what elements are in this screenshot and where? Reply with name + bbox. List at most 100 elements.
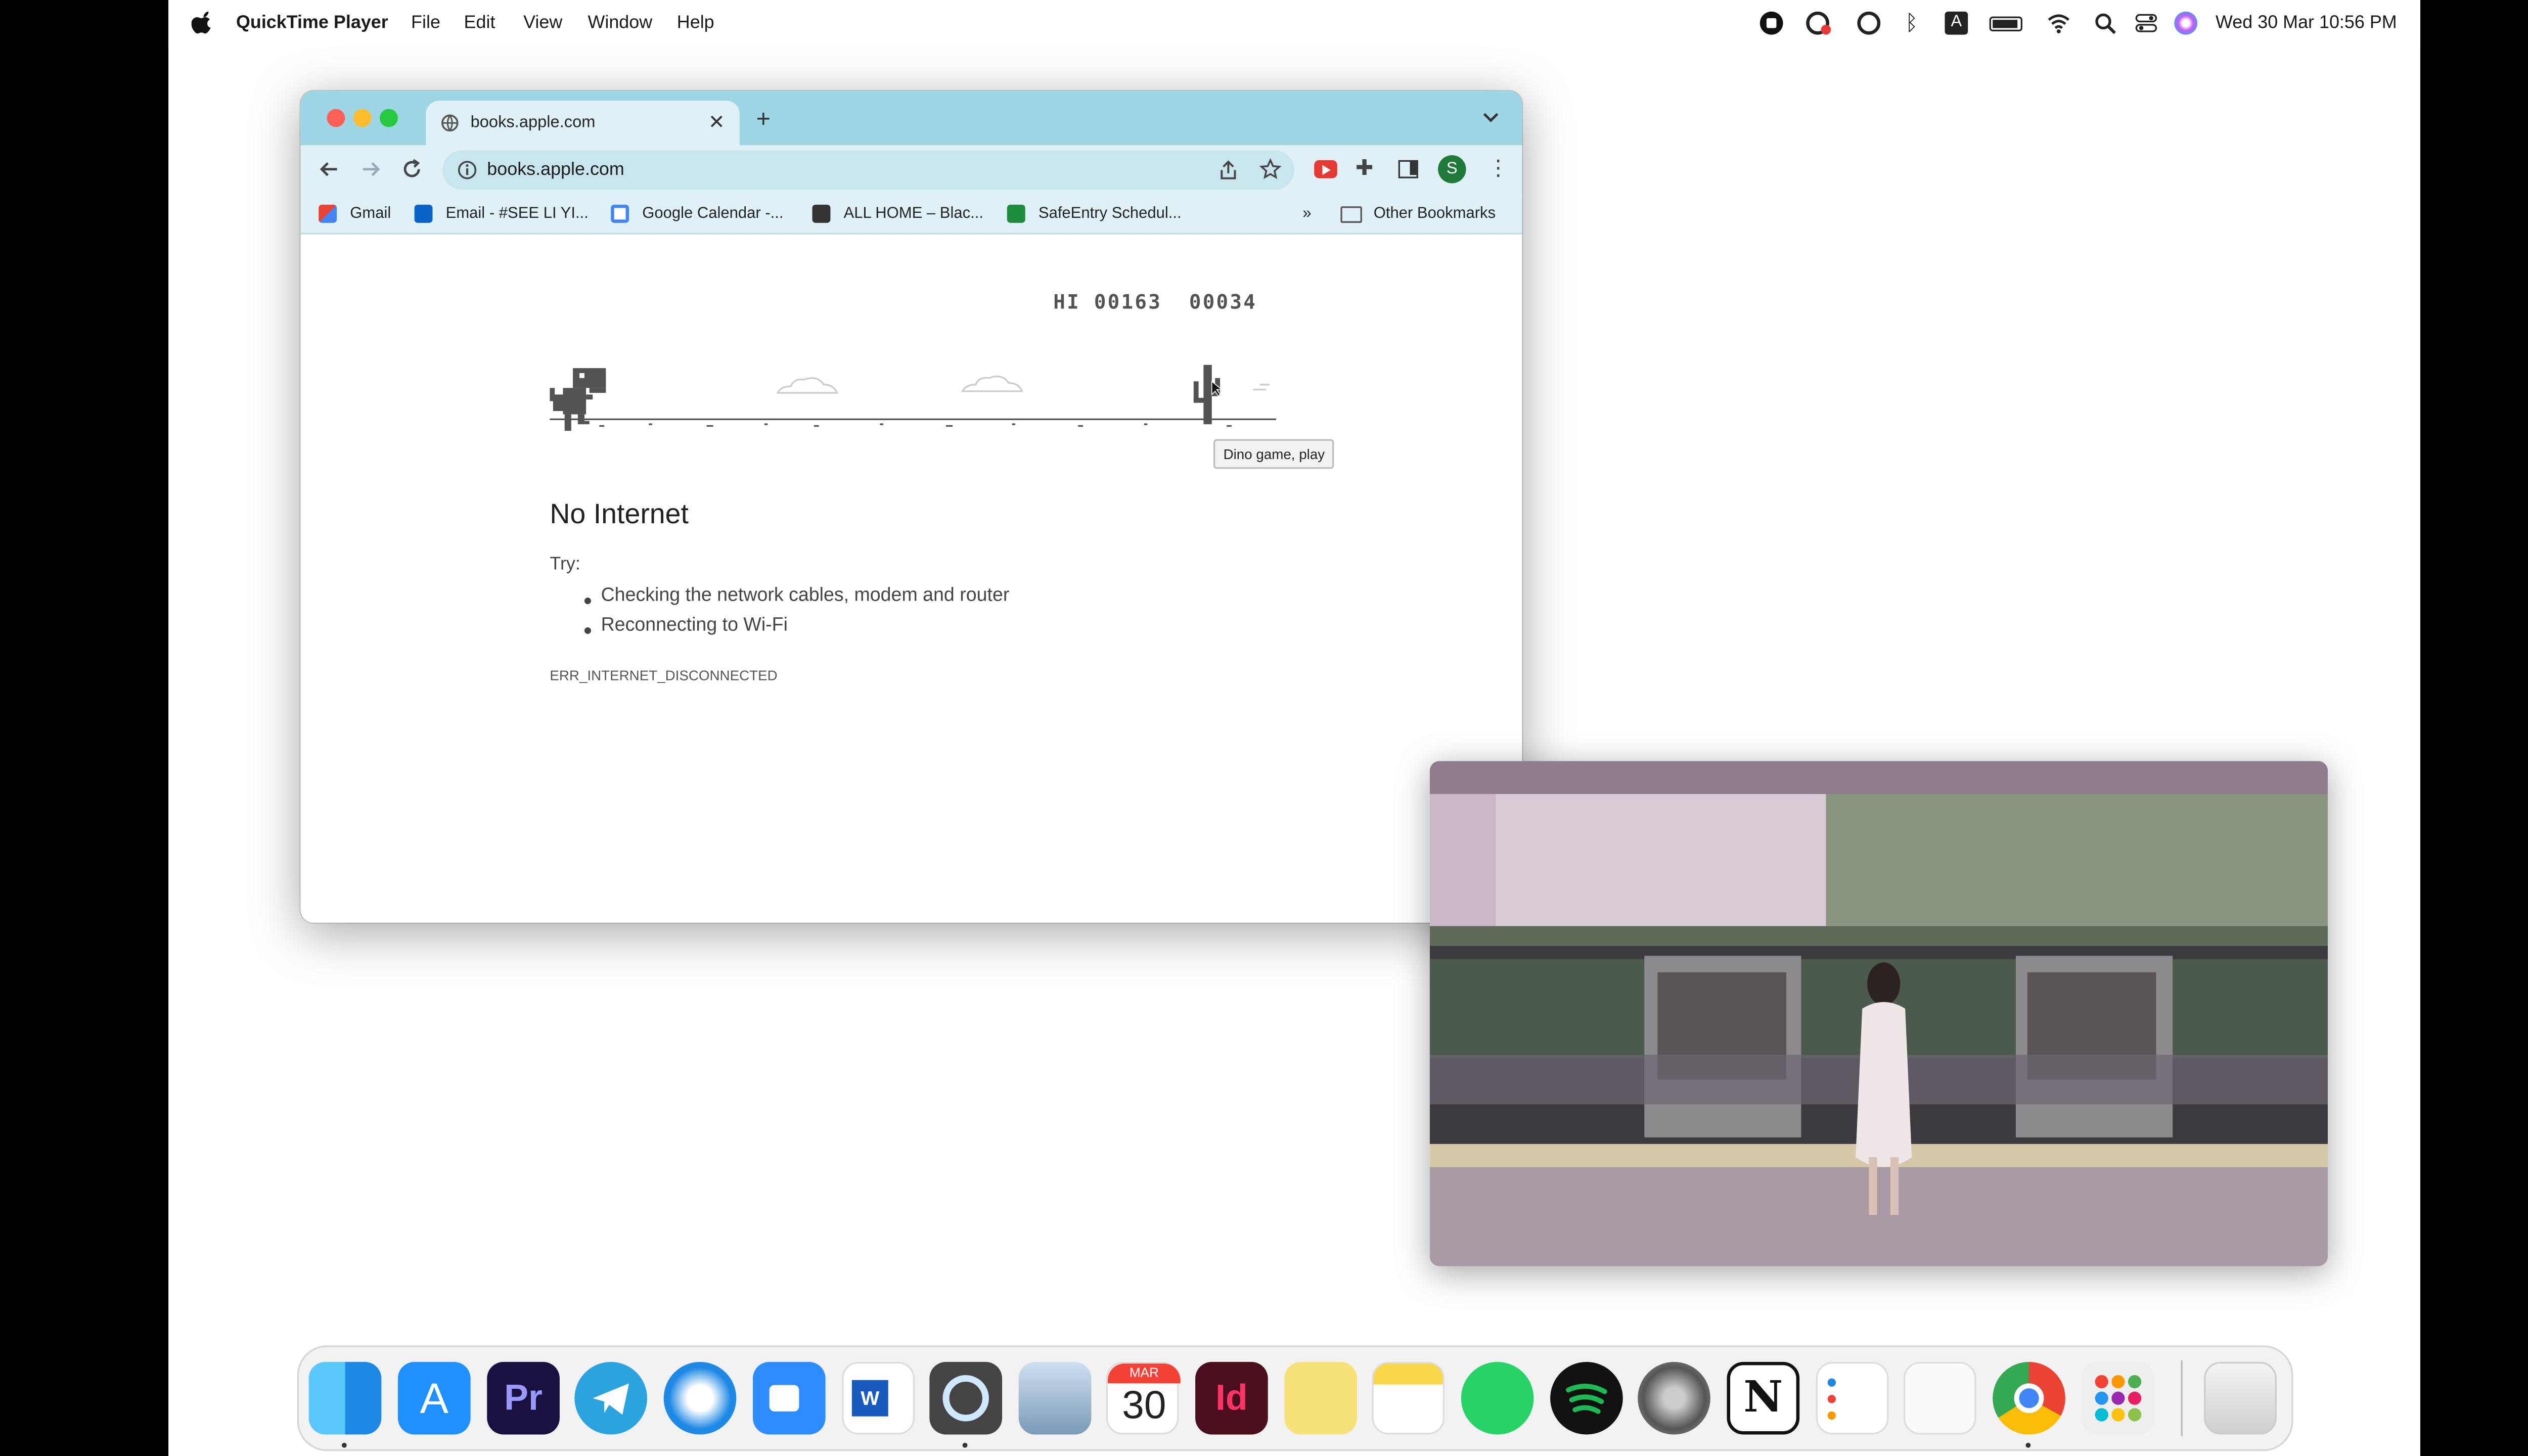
menu-view[interactable]: View — [523, 13, 562, 33]
share-icon[interactable] — [1218, 160, 1238, 180]
spotify-icon[interactable] — [1550, 1361, 1623, 1435]
menu-clock[interactable]: Wed 30 Mar 10:56 PM — [2216, 13, 2397, 33]
minimize-window-button[interactable] — [353, 109, 372, 127]
whatsapp-icon[interactable] — [1461, 1361, 1534, 1435]
cloud-icon — [776, 377, 838, 394]
apple-icon[interactable] — [191, 11, 215, 35]
site-icon — [812, 204, 831, 223]
premiere-icon[interactable]: Pr — [487, 1361, 560, 1435]
quicktime-icon[interactable] — [929, 1361, 1003, 1435]
bookmarks-bar: Gmail Email - #SEE LI YI... Google Calen… — [300, 195, 1522, 235]
tab-title: books.apple.com — [470, 114, 596, 132]
notion-icon[interactable]: N — [1727, 1361, 1800, 1435]
tab-search-chevron-icon[interactable] — [1482, 109, 1499, 126]
indesign-icon[interactable]: Id — [1195, 1361, 1268, 1435]
calendar-bookmark-icon — [611, 204, 629, 223]
screen-record-icon[interactable] — [1759, 11, 1783, 35]
youtube-extension-icon[interactable] — [1314, 160, 1337, 178]
notes-icon[interactable] — [1372, 1361, 1445, 1435]
app-store-icon[interactable]: A — [397, 1361, 471, 1435]
bookmark-star-icon[interactable] — [1259, 158, 1281, 179]
reload-icon[interactable] — [401, 158, 422, 179]
more-menu-icon[interactable]: ⋮ — [1487, 155, 1509, 181]
siri-icon[interactable] — [2174, 11, 2198, 35]
info-icon[interactable] — [457, 160, 477, 180]
finder-icon[interactable] — [308, 1361, 382, 1435]
telegram-icon[interactable] — [574, 1361, 647, 1435]
bluetooth-icon[interactable]: ᛒ — [1905, 10, 1918, 35]
dock: A Pr W MAR 30 Id N — [297, 1345, 2293, 1451]
menu-edit[interactable]: Edit — [464, 13, 495, 33]
vpn-icon[interactable] — [1857, 11, 1881, 35]
menu-file[interactable]: File — [411, 13, 440, 33]
system-preferences-icon[interactable] — [1638, 1361, 1710, 1435]
close-tab-icon[interactable]: ✕ — [708, 111, 725, 134]
creative-cloud-icon[interactable] — [1806, 11, 1831, 35]
battery-icon[interactable] — [1989, 16, 2022, 32]
page-title: No Internet — [550, 498, 689, 530]
preview-icon[interactable] — [1018, 1361, 1092, 1435]
calendar-icon[interactable]: MAR 30 — [1106, 1361, 1181, 1435]
folder-icon — [1340, 206, 1362, 223]
letterbox-right — [2420, 0, 2528, 1456]
browser-window: books.apple.com ✕ + books.apple.com ✚ S … — [300, 90, 1522, 923]
dock-separator — [2181, 1360, 2183, 1436]
running-indicator — [341, 1442, 347, 1448]
stickies-icon[interactable] — [1284, 1361, 1358, 1435]
side-panel-icon[interactable] — [1398, 160, 1418, 178]
control-center-icon[interactable] — [2135, 12, 2158, 35]
input-source-icon[interactable]: A — [1945, 11, 1968, 35]
wifi-icon[interactable] — [2047, 12, 2070, 35]
safari-icon[interactable] — [663, 1361, 737, 1435]
bookmarks-overflow-button[interactable]: » — [1302, 205, 1311, 223]
bookmark-gmail[interactable]: Gmail — [350, 205, 391, 223]
suggestion-item: Checking the network cables, modem and r… — [601, 586, 1010, 606]
launchpad-icon[interactable] — [2082, 1361, 2155, 1435]
zoom-window-button[interactable] — [380, 109, 398, 127]
letterbox-left — [0, 0, 169, 1456]
bookmark-google-calendar[interactable]: Google Calendar -... — [642, 205, 783, 223]
suggestion-item: Reconnecting to Wi-Fi — [601, 615, 788, 636]
menu-help[interactable]: Help — [677, 13, 714, 33]
back-arrow-icon[interactable] — [319, 158, 340, 179]
other-bookmarks[interactable]: Other Bookmarks — [1374, 205, 1496, 223]
forward-arrow-icon[interactable] — [360, 158, 381, 179]
tab-books[interactable]: books.apple.com ✕ — [426, 101, 740, 146]
chrome-icon[interactable] — [1993, 1361, 2065, 1435]
extensions-puzzle-icon[interactable]: ✚ — [1356, 155, 1374, 181]
calendar-day: 30 — [1122, 1383, 1166, 1428]
bullet — [584, 627, 591, 634]
word-icon[interactable]: W — [842, 1361, 915, 1435]
menu-window[interactable]: Window — [588, 13, 652, 33]
trash-icon[interactable] — [2204, 1361, 2277, 1435]
gmail-icon — [319, 204, 337, 223]
new-tab-button[interactable]: + — [756, 106, 771, 134]
dino-score: HI 00163 00034 — [1053, 291, 1257, 314]
globe-icon — [441, 114, 459, 132]
try-label: Try: — [550, 555, 580, 575]
menu-app-name[interactable]: QuickTime Player — [236, 13, 388, 33]
zoom-icon[interactable] — [752, 1361, 826, 1435]
quicktime-video-window[interactable] — [1429, 761, 2328, 1266]
running-indicator — [2025, 1442, 2031, 1448]
dino-current-score: 00034 — [1189, 290, 1257, 314]
sheets-icon — [1007, 204, 1025, 223]
calendar-month: MAR — [1108, 1363, 1181, 1384]
address-bar[interactable]: books.apple.com — [442, 150, 1294, 190]
dino-tooltip: Dino game, play — [1213, 439, 1335, 469]
url-text: books.apple.com — [487, 160, 624, 180]
spotlight-search-icon[interactable] — [2093, 12, 2116, 35]
browser-toolbar: books.apple.com ✚ S ⋮ — [300, 145, 1522, 195]
error-code: ERR_INTERNET_DISCONNECTED — [550, 667, 778, 684]
bookmark-email[interactable]: Email - #SEE LI YI... — [446, 205, 589, 223]
cactus-icon — [1193, 365, 1221, 425]
bookmark-all-home[interactable]: ALL HOME – Blac... — [844, 205, 983, 223]
reminders-icon[interactable] — [1816, 1361, 1889, 1435]
close-window-button[interactable] — [327, 109, 345, 127]
profile-avatar[interactable]: S — [1438, 155, 1466, 184]
menu-bar: QuickTime Player File Edit View Window H… — [168, 0, 2420, 48]
video-frame — [1429, 761, 2328, 1266]
textedit-icon[interactable] — [1903, 1361, 1976, 1435]
dino-game-canvas[interactable] — [550, 365, 1277, 467]
bookmark-safeentry[interactable]: SafeEntry Schedul... — [1039, 205, 1182, 223]
